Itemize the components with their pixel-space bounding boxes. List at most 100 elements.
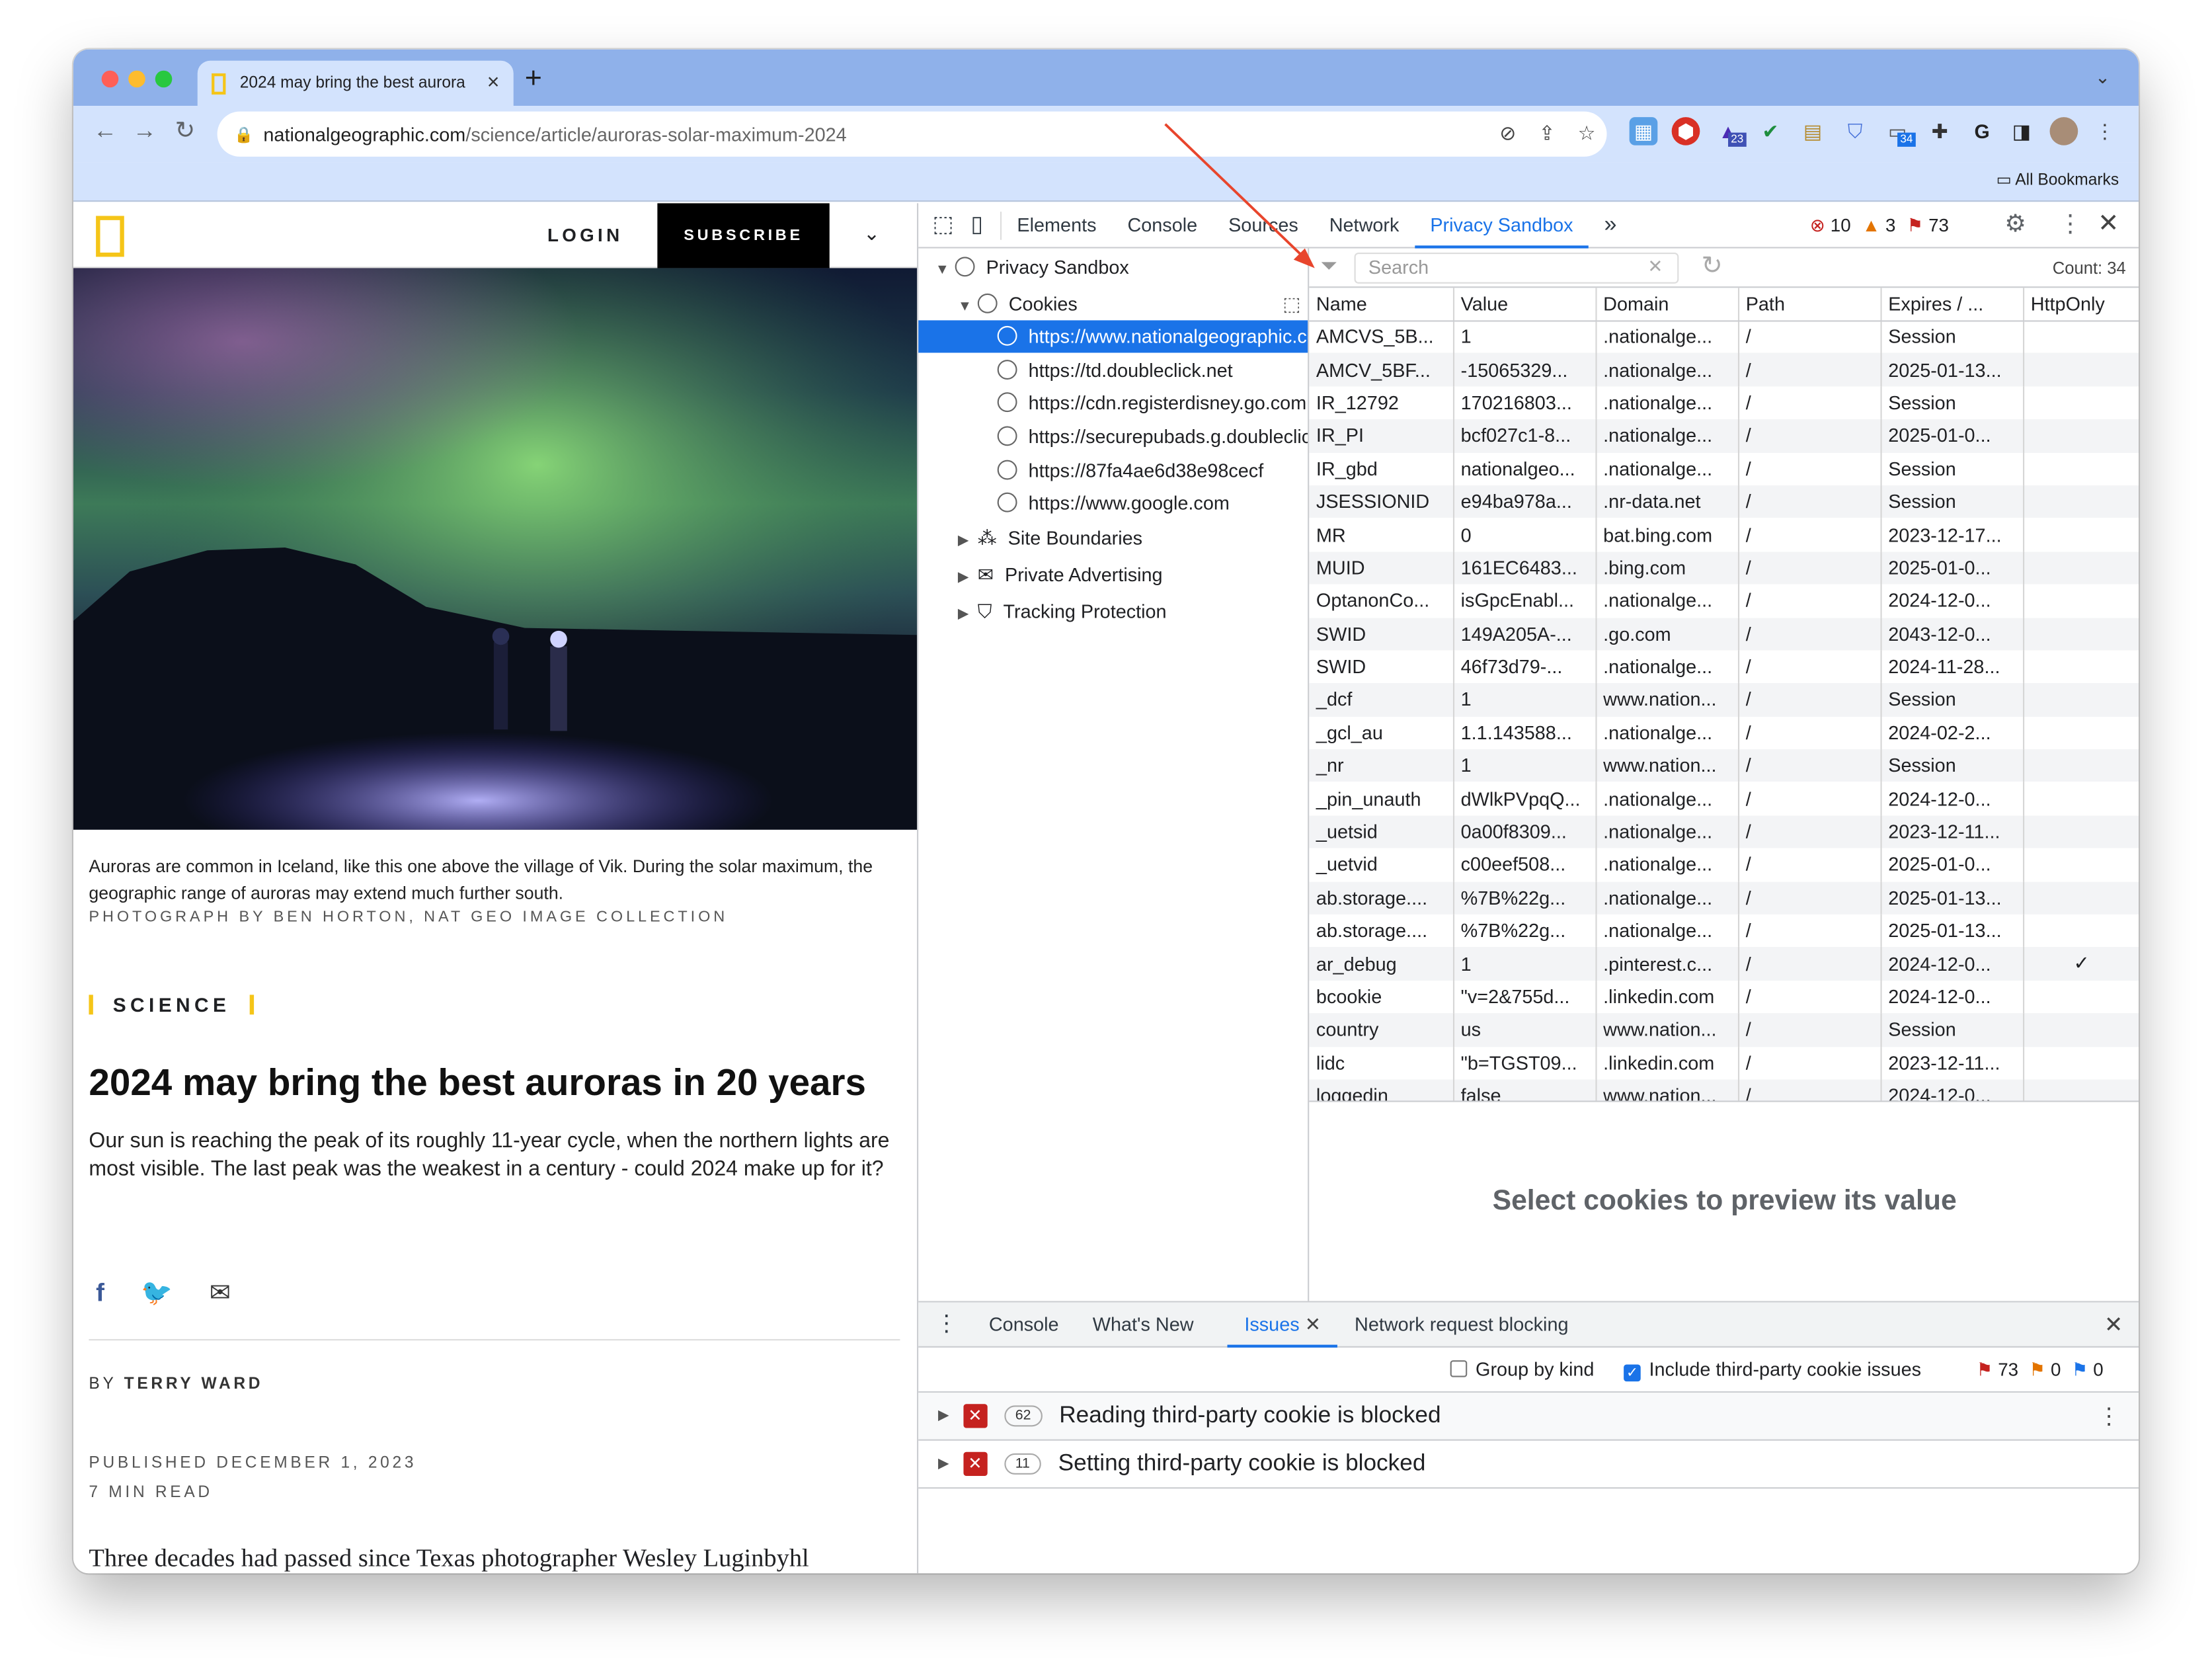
tab-privacy-sandbox[interactable]: Privacy Sandbox: [1414, 202, 1589, 248]
more-tabs-icon[interactable]: »: [1589, 202, 1632, 247]
column-header[interactable]: HttpOnly: [2023, 288, 2139, 321]
devtools-kebab-icon[interactable]: ⋮: [2058, 210, 2082, 239]
issue-row[interactable]: ▶ ✕ 62 Reading third-party cookie is blo…: [918, 1393, 2139, 1441]
table-row[interactable]: MUID 161EC6483... .bing.com/2025-01-0...: [1309, 551, 2139, 585]
login-link[interactable]: LOGIN: [547, 224, 623, 245]
issue-row[interactable]: ▶ ✕ 11 Setting third-party cookie is blo…: [918, 1441, 2139, 1489]
avatar[interactable]: [2049, 117, 2078, 145]
inspect-element-icon[interactable]: ⬚: [918, 202, 965, 247]
table-row[interactable]: OptanonCo... isGpcEnabl... .nationalge... /…: [1309, 584, 2139, 618]
table-row[interactable]: AMCV_5BF... -15065329... .nationalge.../20…: [1309, 353, 2139, 387]
back-icon[interactable]: ←: [93, 117, 117, 145]
tree-root[interactable]: ▼ Privacy Sandbox: [918, 251, 1129, 284]
tab-console[interactable]: Console: [1112, 202, 1213, 247]
extension-icon[interactable]: ▦: [1629, 117, 1658, 145]
table-row[interactable]: ab.storage.... %7B%22g... .nationalge.../2…: [1309, 881, 2139, 915]
search-input[interactable]: Search: [1354, 252, 1679, 284]
tree-origin-item[interactable]: https://cdn.registerdisney.go.com: [918, 387, 1306, 419]
table-row[interactable]: IR_12792 170216803... .nationalge... / Sessi…: [1309, 386, 2139, 420]
table-row[interactable]: loggedin false www.nation.../2024-12-0...: [1309, 1079, 2139, 1101]
forward-icon[interactable]: →: [133, 117, 157, 145]
table-row[interactable]: _uetsid 0a00f8309... .nationalge.../2023-1…: [1309, 815, 2139, 849]
gear-icon[interactable]: ⚙: [2004, 210, 2026, 239]
select-icon[interactable]: ⬚: [1283, 288, 1300, 320]
side-panel-icon[interactable]: ◨: [2008, 117, 2036, 145]
browser-tab[interactable]: 2024 may bring the best aurora ×: [197, 60, 514, 106]
star-icon[interactable]: ☆: [1578, 122, 1596, 145]
column-header[interactable]: Expires / ...: [1880, 288, 2024, 321]
tree-private-advertising[interactable]: ▶ ✉ Private Advertising: [918, 559, 1163, 591]
close-drawer-icon[interactable]: ✕: [2104, 1311, 2123, 1339]
column-header[interactable]: Name: [1309, 288, 1454, 321]
minimize-window-button[interactable]: [128, 70, 145, 88]
table-row[interactable]: _pin_unauth dWlkPVpqQ... .nationalge.../20…: [1309, 782, 2139, 816]
table-row[interactable]: lidc "b=TGST09... .linkedin.com/2023-12-11…: [1309, 1046, 2139, 1080]
include-third-party-checkbox[interactable]: ✓ Include third-party cookie issues: [1624, 1359, 1921, 1382]
table-row[interactable]: IR_PI bcf027c1-8... .nationalge.../2025-01…: [1309, 419, 2139, 453]
drawer-menu-icon[interactable]: ⋮: [918, 1302, 972, 1347]
tab-sources[interactable]: Sources: [1213, 202, 1314, 247]
close-tab-icon[interactable]: ×: [487, 71, 500, 95]
clear-search-icon[interactable]: ✕: [1647, 255, 1663, 278]
drawer-tab-network-request-blocking[interactable]: Network request blocking: [1337, 1302, 1585, 1347]
filter-funnel-icon[interactable]: ⏷: [1320, 254, 1337, 278]
author-link[interactable]: TERRY WARD: [124, 1376, 264, 1393]
close-devtools-icon[interactable]: ✕: [2098, 209, 2119, 239]
tree-origin-item[interactable]: https://87fa4ae6d38e98cecf: [918, 454, 1263, 487]
table-row[interactable]: AMCVS_5B... 1 .nationalge... / Session: [1309, 320, 2139, 354]
notebook-icon[interactable]: ▤: [1799, 117, 1827, 145]
maximize-window-button[interactable]: [155, 70, 173, 88]
table-row[interactable]: _dcf 1 www.nation... / Session: [1309, 683, 2139, 717]
table-row[interactable]: MR 0 bat.bing.com/2023-12-17...: [1309, 518, 2139, 551]
drawer-tab-console[interactable]: Console: [972, 1302, 1076, 1347]
ublock-icon[interactable]: ⬢: [1671, 117, 1700, 145]
devtools-counts[interactable]: ⊗ 10 ▲ 3 ⚑ 73: [1810, 214, 1949, 237]
table-row[interactable]: ab.storage.... %7B%22g... .nationalge.../2…: [1309, 914, 2139, 948]
table-row[interactable]: SWID 149A205A-... .go.com/2043-12-0...: [1309, 617, 2139, 651]
column-header[interactable]: Domain: [1595, 288, 1739, 321]
issue-counters[interactable]: ⚑ 73 ⚑ 0 ⚑ 0: [1977, 1359, 2104, 1381]
column-header[interactable]: Path: [1737, 288, 1881, 321]
new-tab-icon[interactable]: +: [525, 62, 542, 96]
table-row[interactable]: bcookie "v=2&755d... .linkedin.com/2024-12…: [1309, 980, 2139, 1014]
email-icon[interactable]: ✉: [210, 1278, 231, 1308]
table-row[interactable]: ar_debug 1 .pinterest.c.../2024-12-0... ✓: [1309, 947, 2139, 981]
tree-origin-item[interactable]: https://www.google.com: [918, 487, 1230, 519]
extension-badge-icon[interactable]: ▲ 23: [1714, 117, 1747, 147]
issue-kebab-icon[interactable]: ⋮: [2098, 1403, 2120, 1431]
section-label[interactable]: SCIENCE: [89, 993, 255, 1016]
tree-site-boundaries[interactable]: ▶ ⁂ Site Boundaries: [918, 522, 1142, 555]
menu-kebab-icon[interactable]: ⋮: [2090, 117, 2119, 145]
table-row[interactable]: country us www.nation... / Session: [1309, 1013, 2139, 1047]
tree-tracking-protection[interactable]: ▶ ⛉ Tracking Protection: [918, 596, 1167, 628]
tree-origin-item[interactable]: https://securepubads.g.doubleclick.net: [918, 421, 1308, 453]
drawer-tab-whats-new[interactable]: What's New: [1076, 1302, 1210, 1347]
tree-origin-item[interactable]: https://www.nationalgeographic.com: [918, 320, 1308, 353]
address-bar[interactable]: 🔒 nationalgeographic.com/science/article…: [217, 111, 1607, 157]
chevron-double-down-icon[interactable]: ⌄: [863, 222, 880, 245]
screen-capture-icon[interactable]: ▭ 34: [1883, 117, 1916, 147]
group-by-kind-checkbox[interactable]: Group by kind: [1450, 1359, 1594, 1380]
device-toolbar-icon[interactable]: ▯: [965, 211, 1002, 239]
reload-icon[interactable]: ↻: [175, 117, 195, 145]
tree-origin-item[interactable]: https://td.doubleclick.net: [918, 354, 1233, 387]
tree-cookies[interactable]: ▼ Cookies ⬚: [918, 288, 1308, 320]
share-icon[interactable]: ⇪: [1538, 122, 1555, 145]
google-icon[interactable]: G: [1968, 117, 1996, 145]
table-row[interactable]: IR_gbd nationalgeo... .nationalge... / Sessi…: [1309, 452, 2139, 485]
column-header[interactable]: Value: [1452, 288, 1597, 321]
shield-icon[interactable]: ⛉: [1841, 117, 1870, 145]
table-row[interactable]: SWID 46f73d79-... .nationalge.../2024-11-2…: [1309, 650, 2139, 684]
tab-network[interactable]: Network: [1314, 202, 1415, 247]
drawer-tab-issues[interactable]: Issues ✕: [1227, 1302, 1338, 1347]
shield-check-icon[interactable]: ✔: [1757, 117, 1785, 145]
refresh-icon[interactable]: ↻: [1701, 251, 1722, 281]
all-bookmarks-button[interactable]: ▭ All Bookmarks: [1996, 169, 2119, 189]
subscribe-button[interactable]: SUBSCRIBE: [657, 203, 830, 268]
table-row[interactable]: _gcl_au 1.1.143588... .nationalge.../2024-…: [1309, 716, 2139, 750]
close-tab-icon[interactable]: ✕: [1305, 1313, 1321, 1334]
tab-search-chevron-icon[interactable]: ⌄: [2095, 66, 2110, 89]
natgeo-logo-icon[interactable]: [96, 216, 124, 257]
table-row[interactable]: _uetvid c00eef508... .nationalge.../2025-0…: [1309, 848, 2139, 881]
facebook-icon[interactable]: f: [96, 1278, 104, 1308]
